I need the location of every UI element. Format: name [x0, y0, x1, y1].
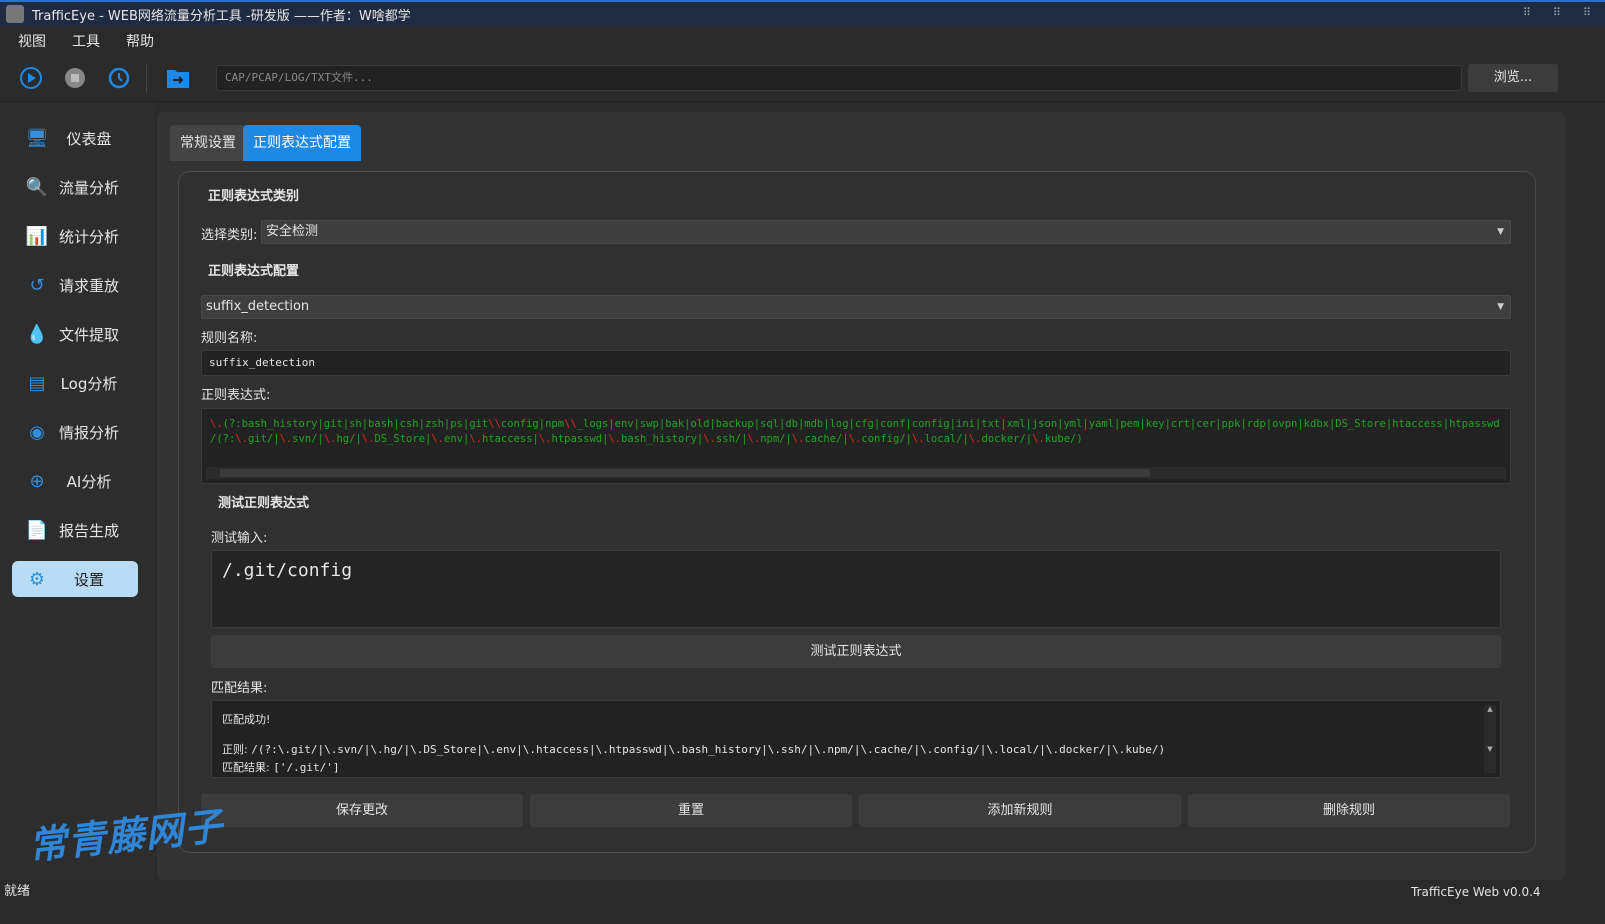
sidebar-item-0[interactable]: 🖥仪表盘: [12, 120, 138, 156]
file-path-input[interactable]: CAP/PCAP/LOG/TXT文件...: [216, 65, 1462, 91]
regex-line: /(?:\.git/|\.svn/|\.hg/|\.DS_Store|\.env…: [202, 432, 1510, 447]
regex-label: 正则表达式:: [201, 384, 270, 403]
test-regex-button[interactable]: 测试正则表达式: [211, 635, 1501, 668]
category-label: 选择类别:: [201, 224, 257, 243]
add-rule-button[interactable]: 添加新规则: [859, 794, 1181, 827]
test-heading: 测试正则表达式: [218, 492, 309, 511]
title-bar: TrafficEye - WEB网络流量分析工具 -研发版 ——作者：W啥都学 …: [0, 0, 1605, 26]
status-text: 就绪: [4, 880, 30, 904]
chevron-down-icon: ▼: [1497, 296, 1504, 318]
test-input-label: 测试输入:: [211, 527, 267, 546]
vertical-scrollbar[interactable]: ▲▼: [1484, 705, 1496, 773]
regex-textarea[interactable]: \.(?:bash_history|git|sh|bash|csh|zsh|ps…: [201, 408, 1511, 484]
traffic-search-icon: 🔍: [24, 174, 50, 200]
horizontal-scrollbar[interactable]: [206, 467, 1506, 479]
category-heading: 正则表达式类别: [208, 185, 299, 204]
sidebar-item-label: 情报分析: [50, 422, 138, 443]
config-heading: 正则表达式配置: [208, 260, 299, 279]
match-result-output: 匹配成功! 正则: /(?:\.git/|\.svn/|\.hg/|\.DS_S…: [211, 700, 1501, 778]
gear-icon: ⚙: [24, 566, 50, 592]
sidebar-item-8[interactable]: 📄报告生成: [12, 512, 138, 548]
sidebar-item-label: Log分析: [50, 373, 138, 394]
sidebar-item-6[interactable]: ◉情报分析: [12, 414, 138, 450]
status-bar: 就绪 TrafficEye Web v0.0.4: [0, 880, 1605, 904]
log-icon: ▤: [24, 370, 50, 396]
sidebar-item-label: 文件提取: [50, 324, 138, 345]
sidebar-item-label: 流量分析: [50, 177, 138, 198]
sidebar-item-label: 请求重放: [50, 275, 138, 296]
history-icon: ↺: [24, 272, 50, 298]
sidebar-item-3[interactable]: ↺请求重放: [12, 267, 138, 303]
close-button[interactable]: ⠿: [1583, 6, 1591, 19]
maximize-button[interactable]: ⠿: [1553, 6, 1561, 19]
result-regex-label: 正则:: [222, 743, 248, 756]
open-folder-icon[interactable]: [165, 65, 191, 91]
result-label: 匹配结果:: [211, 677, 267, 696]
menu-view[interactable]: 视图: [18, 31, 46, 51]
toolbar-separator: [146, 63, 147, 93]
stop-icon[interactable]: [62, 65, 88, 91]
result-match: ['/.git/']: [273, 761, 339, 774]
toolbar: CAP/PCAP/LOG/TXT文件... 浏览...: [0, 55, 1605, 102]
tab-regex-config[interactable]: 正则表达式配置: [243, 125, 361, 161]
rule-name-label: 规则名称:: [201, 327, 257, 346]
play-icon[interactable]: [18, 65, 44, 91]
delete-rule-button[interactable]: 删除规则: [1188, 794, 1510, 827]
category-select[interactable]: 安全检测 ▼: [261, 220, 1511, 244]
chevron-down-icon: ▼: [1497, 221, 1504, 243]
sidebar: 🖥仪表盘 🔍流量分析 📊统计分析 ↺请求重放 💧文件提取 ▤Log分析 ◉情报分析 ⊕AI分析…: [0, 102, 155, 880]
sidebar-item-label: 统计分析: [50, 226, 138, 247]
browse-button[interactable]: 浏览...: [1468, 64, 1558, 92]
result-match-label: 匹配结果:: [222, 761, 270, 774]
category-value: 安全检测: [266, 224, 318, 239]
sidebar-item-1[interactable]: 🔍流量分析: [12, 169, 138, 205]
minimize-button[interactable]: ⠿: [1523, 6, 1531, 19]
app-logo-icon: [6, 5, 24, 23]
sidebar-item-label: AI分析: [50, 471, 138, 492]
result-success: 匹配成功!: [222, 711, 1490, 727]
sidebar-item-2[interactable]: 📊统计分析: [12, 218, 138, 254]
version-text: TrafficEye Web v0.0.4: [1411, 880, 1541, 904]
window-title: TrafficEye - WEB网络流量分析工具 -研发版 ——作者：W啥都学: [32, 5, 411, 24]
ai-icon: ⊕: [24, 468, 50, 494]
sidebar-item-5[interactable]: ▤Log分析: [12, 365, 138, 401]
menu-help[interactable]: 帮助: [126, 31, 154, 51]
dashboard-icon: 🖥: [24, 125, 50, 151]
sidebar-item-label: 设置: [50, 569, 138, 590]
regex-line: \.(?:bash_history|git|sh|bash|csh|zsh|ps…: [202, 417, 1510, 432]
settings-panel: 常规设置 正则表达式配置 正则表达式类别 选择类别: 安全检测 ▼ 正则表达式配置…: [157, 112, 1565, 880]
sidebar-item-4[interactable]: 💧文件提取: [12, 316, 138, 352]
sidebar-item-label: 仪表盘: [50, 128, 138, 149]
rule-select-value: suffix_detection: [206, 299, 309, 314]
result-regex: /(?:\.git/|\.svn/|\.hg/|\.DS_Store|\.env…: [251, 743, 1165, 756]
sidebar-item-label: 报告生成: [50, 520, 138, 541]
bar-chart-icon: 📊: [24, 223, 50, 249]
sidebar-item-7[interactable]: ⊕AI分析: [12, 463, 138, 499]
regex-config-panel: 正则表达式类别 选择类别: 安全检测 ▼ 正则表达式配置 suffix_detec…: [178, 171, 1536, 853]
rule-name-input[interactable]: suffix_detection: [201, 350, 1511, 376]
report-icon: 📄: [24, 517, 50, 543]
intel-icon: ◉: [24, 419, 50, 445]
menu-bar: 视图 工具 帮助: [0, 26, 1605, 55]
test-input[interactable]: /.git/config: [211, 550, 1501, 628]
menu-tools[interactable]: 工具: [72, 31, 100, 51]
rule-select[interactable]: suffix_detection ▼: [201, 295, 1511, 319]
tab-general-settings[interactable]: 常规设置: [170, 125, 246, 161]
save-button[interactable]: 保存更改: [201, 794, 523, 827]
drop-icon: 💧: [24, 321, 50, 347]
reset-button[interactable]: 重置: [530, 794, 852, 827]
history-icon[interactable]: [106, 65, 132, 91]
sidebar-item-9[interactable]: ⚙设置: [12, 561, 138, 597]
